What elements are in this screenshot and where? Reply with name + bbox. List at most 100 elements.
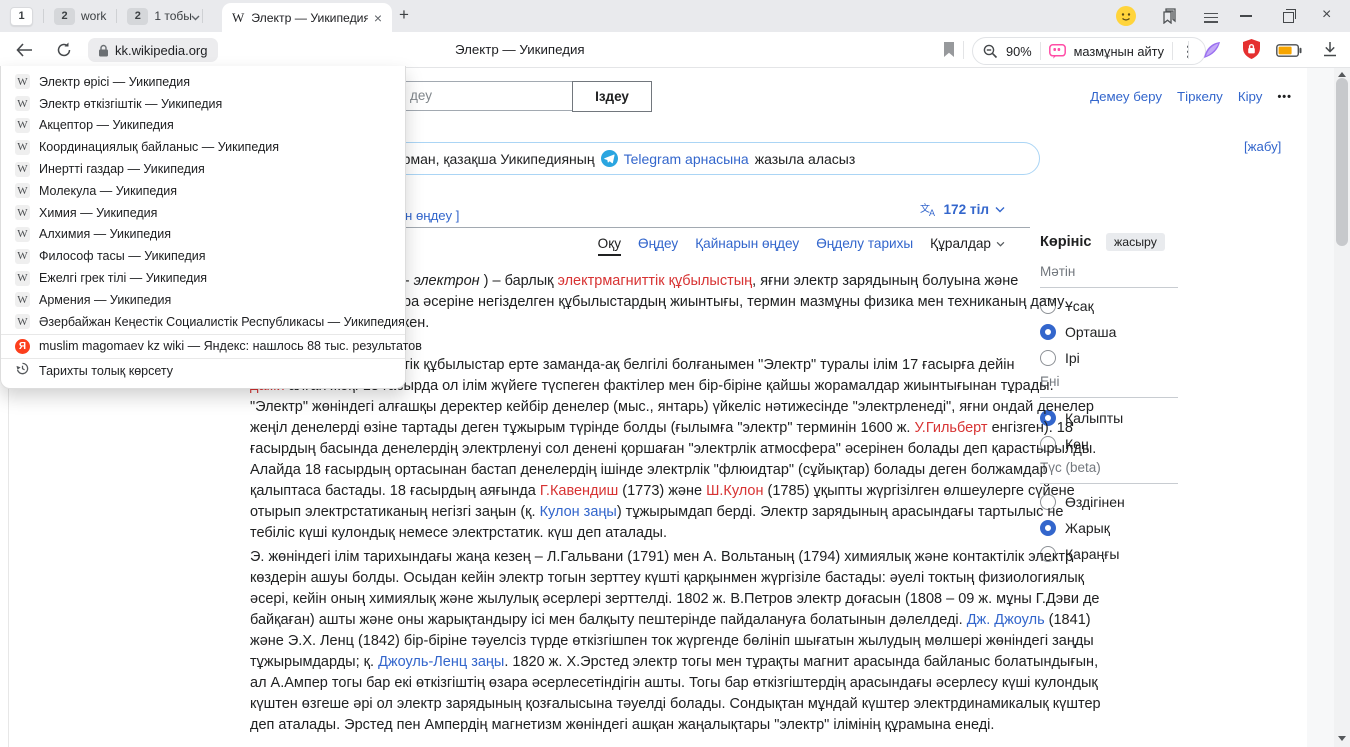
wiki-link[interactable]: Джоуль-Ленц заңы — [378, 654, 504, 670]
tab-Оқу[interactable]: Оқу — [598, 236, 621, 256]
tab-group-3[interactable]: 21 тобы — [123, 8, 196, 25]
tab-group-1[interactable]: 1 — [6, 7, 37, 26]
search-button[interactable]: Іздеу — [572, 81, 652, 112]
suggestion-text: Координациялық байланыс — Уикипедия — [39, 140, 279, 154]
tab-group-strip: 1 2work 21 тобы — [6, 0, 209, 32]
appearance-hide-button[interactable]: жасыру — [1106, 233, 1165, 251]
header-link-демеу-беру[interactable]: Демеу беру — [1090, 89, 1162, 104]
tab-group-label: 1 тобы — [154, 9, 192, 23]
scrollbar-up-arrow[interactable] — [1338, 72, 1346, 77]
wikipedia-icon: W — [15, 162, 30, 177]
wiki-link[interactable]: электрмагниттік құбылыстың — [558, 273, 753, 289]
article-text: отырып электрстатиканың негізгі заңын (қ… — [250, 504, 540, 520]
tab-group-divider — [202, 9, 203, 23]
wiki-link[interactable]: Дж. Джоуль — [967, 612, 1045, 628]
history-suggestion[interactable]: WАлхимия — Уикипедия — [1, 224, 405, 246]
active-tab[interactable]: W Электр — Уикипедия × — [222, 3, 392, 32]
telegram-channel-link[interactable]: Telegram арнасына — [624, 151, 749, 167]
article-text: Э. жөніндегі ілім тарихындағы жаңа кезең… — [250, 549, 1073, 565]
header-more-icon[interactable]: ••• — [1277, 91, 1292, 103]
suggestion-text: Электр өрісі — Уикипедия — [39, 75, 190, 89]
zoom-level[interactable]: 90% — [1006, 44, 1032, 59]
history-suggestion[interactable]: WЭлектр өткізгіштік — Уикипедия — [1, 93, 405, 115]
back-button[interactable] — [16, 43, 33, 62]
tab-Құралдар[interactable]: Құралдар — [930, 236, 1005, 251]
tab-close-icon[interactable]: × — [374, 10, 382, 26]
radio-selected-icon[interactable] — [1040, 324, 1056, 340]
yandex-feather-icon[interactable] — [1202, 40, 1222, 65]
window-minimize-button[interactable] — [1240, 15, 1252, 17]
language-selector[interactable]: 文A 172 тіл — [920, 202, 1005, 217]
chevron-down-icon — [996, 241, 1005, 247]
radio-option-Ірі[interactable]: Ірі — [1040, 345, 1080, 371]
scrollbar-down-arrow[interactable] — [1338, 736, 1346, 741]
profile-avatar[interactable] — [1116, 6, 1136, 31]
new-tab-button[interactable]: + — [399, 5, 409, 25]
radio-selected-icon[interactable] — [1040, 520, 1056, 536]
tab-groups-chevron-down-icon[interactable] — [190, 10, 201, 28]
suggestion-text: Инертті газдар — Уикипедия — [39, 162, 205, 176]
notice-edit-fragment[interactable]: н өңдеу ] — [405, 208, 459, 223]
tab-title: Электр — Уикипедия — [251, 11, 368, 25]
reload-button[interactable] — [56, 42, 72, 63]
show-full-history[interactable]: Тарихты толық көрсету — [1, 360, 405, 382]
tab-group-divider — [116, 9, 117, 23]
window-restore-button[interactable] — [1283, 12, 1294, 23]
radio-icon[interactable] — [1040, 350, 1056, 366]
history-suggestion[interactable]: WАкцептор — Уикипедия — [1, 115, 405, 137]
history-suggestion[interactable]: WӘзербайжан Кеңестік Социалистік Республ… — [1, 311, 405, 333]
wiki-link[interactable]: Г.Кавендиш — [540, 483, 618, 499]
wikipedia-favicon-icon: W — [232, 10, 244, 26]
tab-Өңделу тарихы[interactable]: Өңделу тарихы — [816, 236, 913, 251]
suggestion-text: muslim magomaev kz wiki — Яндекс: нашлос… — [39, 339, 422, 353]
radio-option-Орташа[interactable]: Орташа — [1040, 319, 1116, 345]
suggestion-text: Алхимия — Уикипедия — [39, 227, 171, 241]
chevron-down-icon — [995, 206, 1005, 213]
menu-hamburger-icon[interactable] — [1204, 10, 1218, 25]
article-line: ғасырдың басында денелердің электрленуі … — [250, 441, 1096, 457]
wiki-link[interactable]: Кулон заңы — [540, 504, 617, 520]
history-suggestion[interactable]: WЕжелгі грек тілі — Уикипедия — [1, 267, 405, 289]
tab-Өңдеу[interactable]: Өңдеу — [638, 236, 678, 251]
article-text: деп аталады. Эрстед пен Ампердің магнети… — [250, 717, 994, 733]
history-suggestion[interactable]: WКоординациялық байланыс — Уикипедия — [1, 136, 405, 158]
side-panel-icon[interactable] — [1162, 8, 1178, 29]
tab-group-count-badge: 1 — [10, 7, 33, 26]
bookmark-flag-icon[interactable] — [943, 42, 955, 62]
header-link-тіркелу[interactable]: Тіркелу — [1177, 89, 1223, 104]
header-link-кіру[interactable]: Кіру — [1238, 89, 1263, 104]
suggestion-text: Армения — Уикипедия — [39, 293, 171, 307]
banner-close-link[interactable]: [жабу] — [1244, 139, 1281, 154]
article-line: жеңіл денелерді өзіне тартады деген тұжы… — [250, 420, 1073, 436]
scrollbar-thumb[interactable] — [1336, 78, 1348, 246]
dropdown-separator — [1, 334, 405, 335]
protect-shield-icon[interactable] — [1242, 39, 1261, 65]
history-suggestion[interactable]: WХимия — Уикипедия — [1, 202, 405, 224]
article-line: тебіліс күші кулондық немесе электрстати… — [250, 525, 667, 541]
battery-icon[interactable] — [1276, 44, 1302, 62]
yandex-search-suggestion[interactable]: Яmuslim magomaev kz wiki — Яндекс: нашло… — [1, 336, 405, 358]
article-text: және Э.Х. Ленц (1842) бір-біріне тәуелсі… — [250, 633, 1094, 649]
history-suggestion[interactable]: WМолекула — Уикипедия — [1, 180, 405, 202]
wikipedia-icon: W — [15, 292, 30, 307]
yandex-search-icon: Я — [15, 339, 30, 354]
address-bar[interactable]: kk.wikipedia.org — [88, 38, 218, 62]
wiki-link[interactable]: Ш.Кулон — [706, 483, 763, 499]
history-suggestion[interactable]: WЭлектр өрісі — Уикипедия — [1, 71, 405, 93]
zoom-out-icon[interactable] — [983, 44, 998, 59]
downloads-icon[interactable] — [1322, 41, 1338, 63]
wiki-link[interactable]: У.Гильберт — [915, 420, 988, 436]
tab-group-2[interactable]: 2work — [50, 8, 110, 25]
suggestion-text: Молекула — Уикипедия — [39, 184, 177, 198]
article-line: қалыптаса бастады. 18 ғасырдың аяғында Г… — [250, 483, 1075, 499]
read-aloud-button[interactable]: мазмұнын айту — [1074, 44, 1164, 59]
history-suggestion[interactable]: W Инертті газдар — Уикипедия — [1, 158, 405, 180]
article-text: көздерін ашуы болды. Осыдан кейін электр… — [250, 570, 1084, 586]
window-close-button[interactable]: × — [1322, 6, 1331, 24]
suggestion-text: Электр өткізгіштік — Уикипедия — [39, 97, 222, 111]
tab-Қайнарын өңдеу[interactable]: Қайнарын өңдеу — [695, 236, 799, 251]
history-suggestion[interactable]: W Армения — Уикипедия — [1, 289, 405, 311]
search-placeholder-fragment: деу — [410, 88, 432, 103]
history-suggestion[interactable]: WФилософ тасы — Уикипедия — [1, 245, 405, 267]
article-text: ал А.Ампер тогы бар екі өткізгіштің өзар… — [250, 675, 1098, 691]
